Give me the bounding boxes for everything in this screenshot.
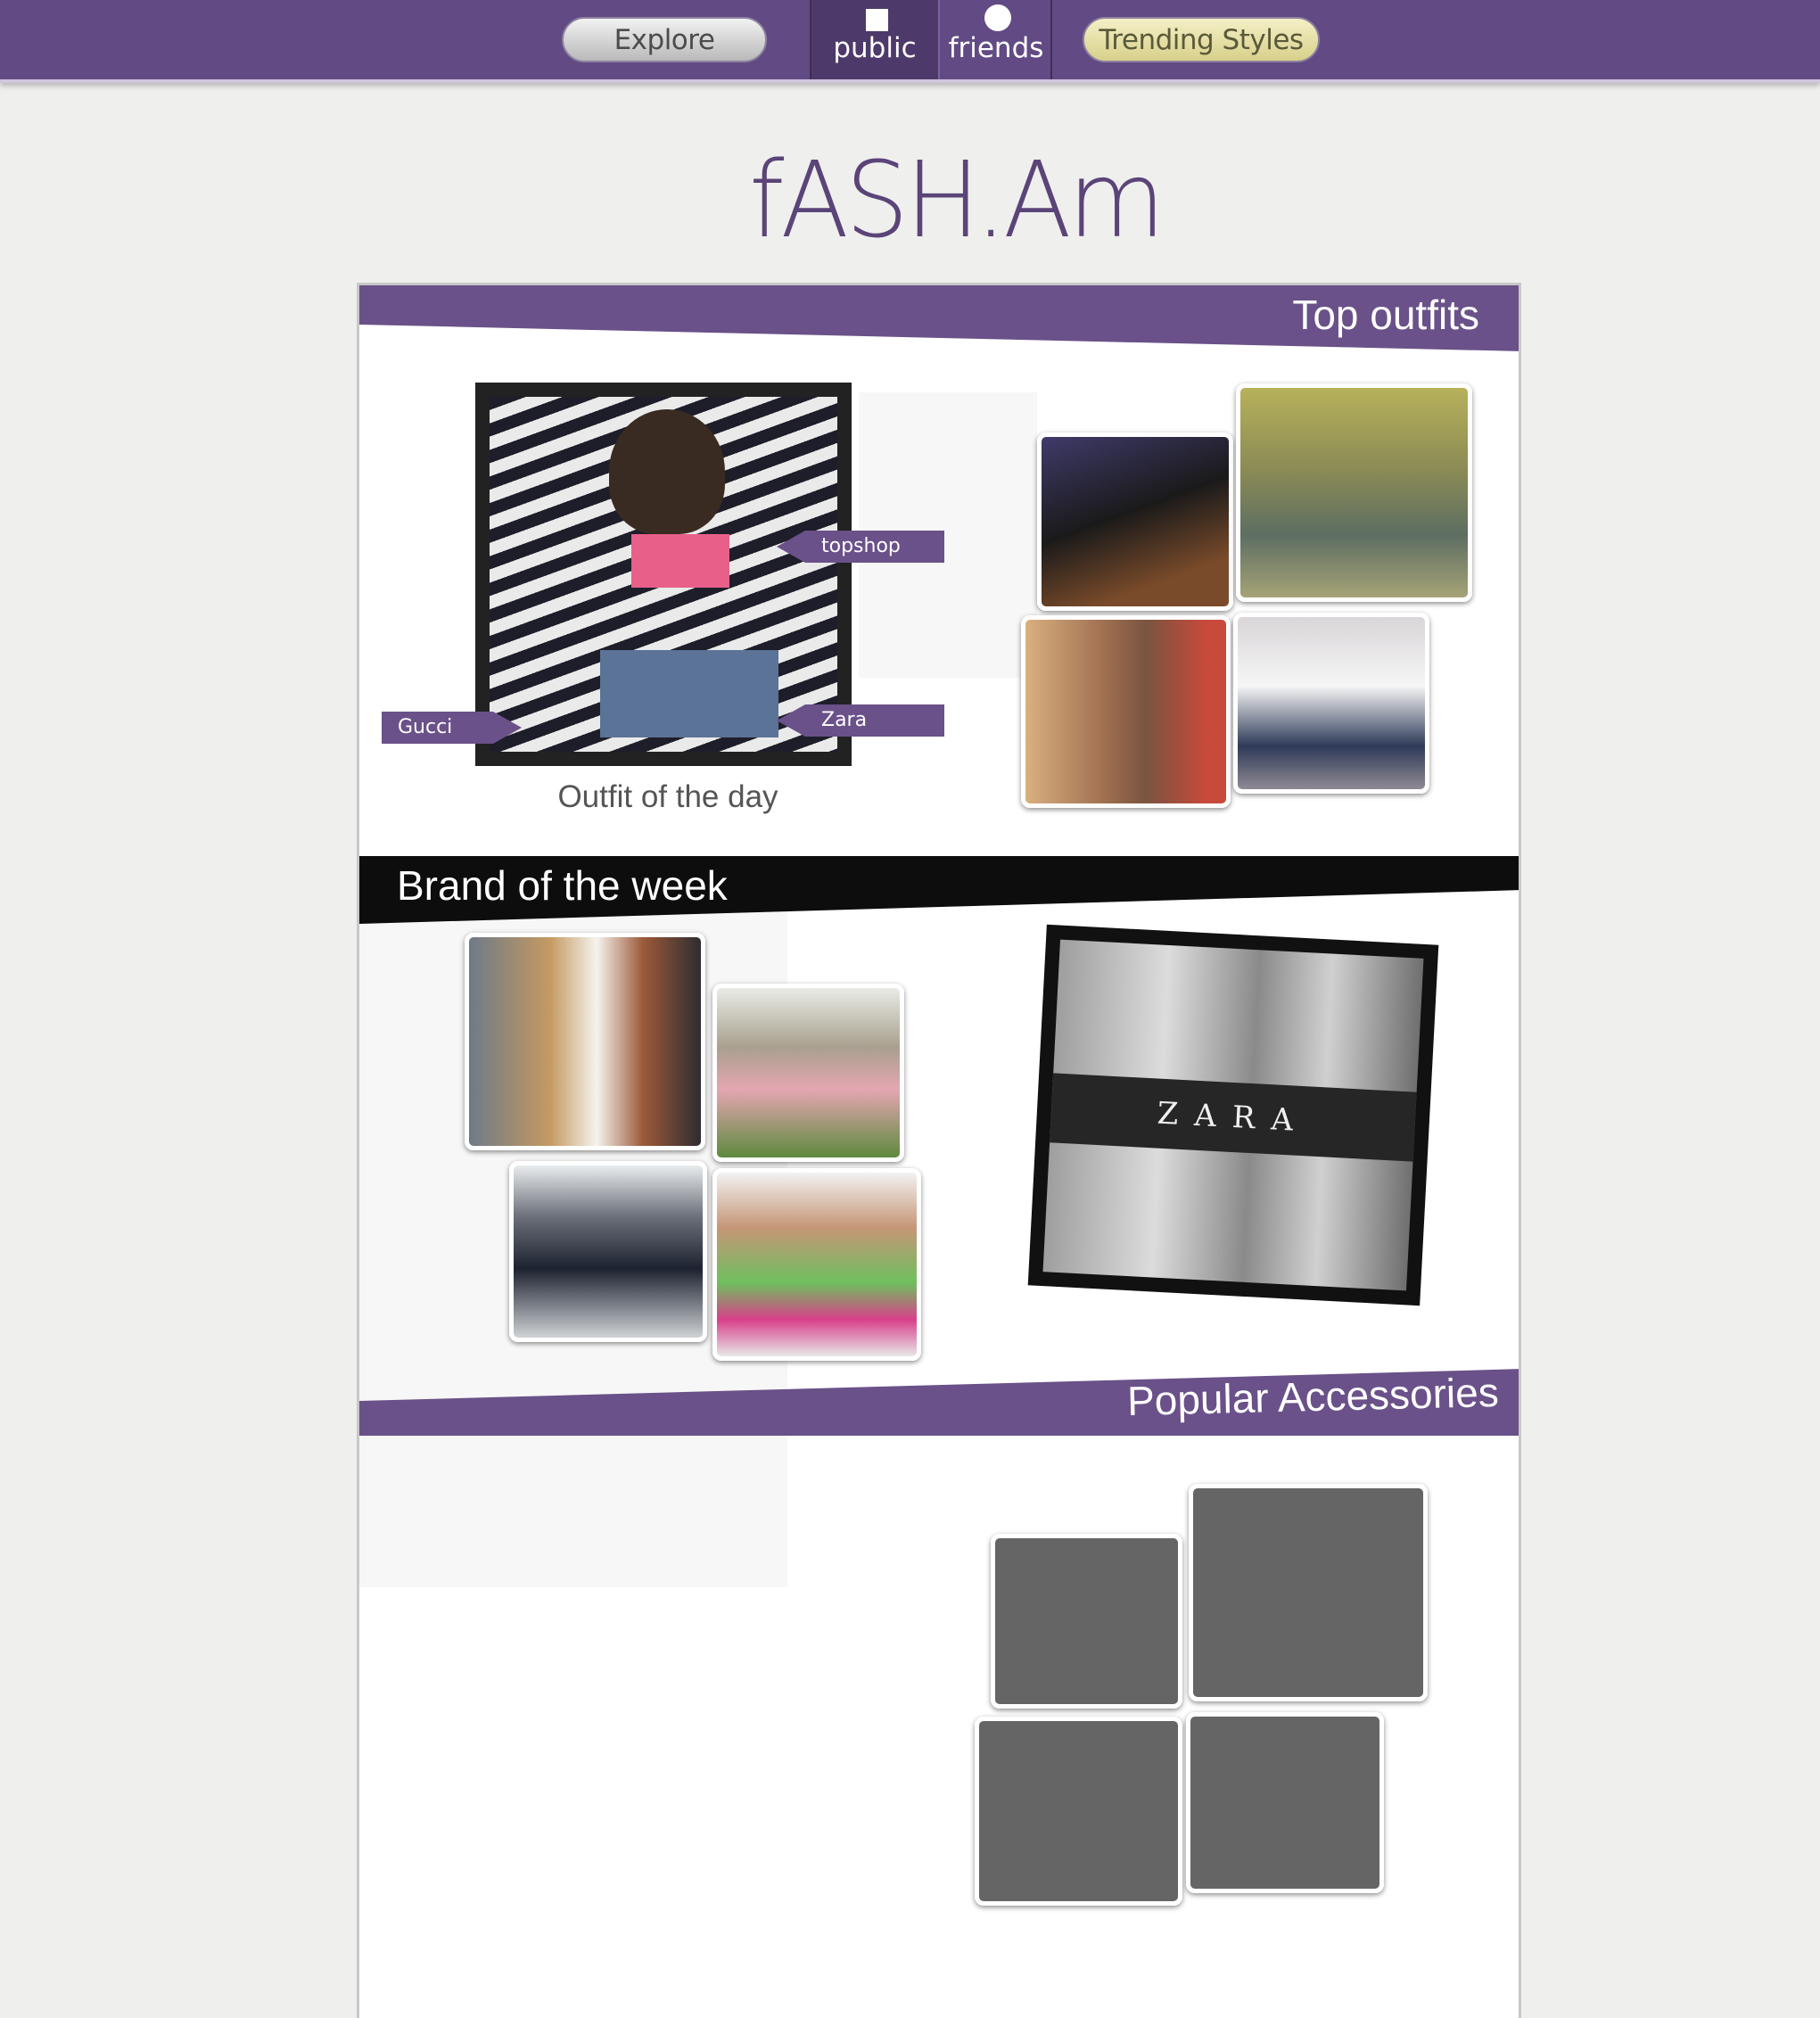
circle-icon — [984, 4, 1011, 31]
top-outfit-thumbnail[interactable] — [1233, 613, 1429, 794]
accessory-placeholder[interactable] — [975, 1717, 1182, 1906]
accessory-placeholder[interactable] — [1186, 1712, 1384, 1893]
brand-outfit-thumbnail[interactable] — [509, 1161, 707, 1342]
brand-tag-zara[interactable]: Zara — [777, 704, 944, 737]
top-outfits-title: Top outfits — [1292, 292, 1479, 338]
top-outfit-thumbnail[interactable] — [1021, 615, 1231, 808]
top-outfit-thumbnail[interactable] — [1037, 432, 1233, 611]
photo-detail — [631, 534, 729, 588]
explore-button[interactable]: Explore — [562, 17, 767, 62]
tab-friends-label: friends — [948, 32, 1044, 64]
main-panel: Top outfits topshop Zara Gucci Outfit of… — [357, 283, 1521, 2018]
photo-detail — [609, 409, 725, 534]
trending-styles-button[interactable]: Trending Styles — [1083, 17, 1320, 62]
brand-tag-topshop[interactable]: topshop — [777, 531, 944, 563]
tag-label: Gucci — [398, 716, 453, 738]
popular-accessories-title: Popular Accessories — [1126, 1369, 1500, 1425]
tag-label: topshop — [821, 535, 901, 557]
brand-of-week-title: Brand of the week — [397, 862, 728, 909]
site-logo[interactable]: fASH.Am — [749, 140, 1177, 262]
photo-detail — [600, 650, 778, 737]
accessory-placeholder[interactable] — [991, 1534, 1182, 1709]
brand-tag-gucci[interactable]: Gucci — [382, 712, 522, 744]
square-icon — [866, 9, 888, 31]
accessory-placeholder[interactable] — [1189, 1484, 1428, 1701]
top-outfits-header: Top outfits — [359, 285, 1519, 357]
tab-friends[interactable]: friends — [942, 0, 1052, 79]
tab-public[interactable]: public — [810, 0, 940, 79]
tab-public-label: public — [833, 32, 917, 64]
featured-brand-image[interactable]: ZARA — [1027, 924, 1439, 1306]
brand-of-week-header: Brand of the week — [359, 856, 1519, 927]
popular-accessories-header: Popular Accessories — [359, 1369, 1519, 1440]
tag-label: Zara — [821, 709, 868, 731]
brand-outfit-thumbnail[interactable] — [465, 933, 705, 1150]
featured-brand-name: ZARA — [1050, 1073, 1417, 1162]
brand-outfit-thumbnail[interactable] — [712, 1168, 921, 1361]
top-outfit-thumbnail[interactable] — [1236, 383, 1472, 602]
outfit-of-day-caption: Outfit of the day — [557, 779, 778, 814]
top-nav-bar: Explore public friends Trending Styles — [0, 0, 1820, 83]
brand-outfit-thumbnail[interactable] — [712, 984, 904, 1162]
